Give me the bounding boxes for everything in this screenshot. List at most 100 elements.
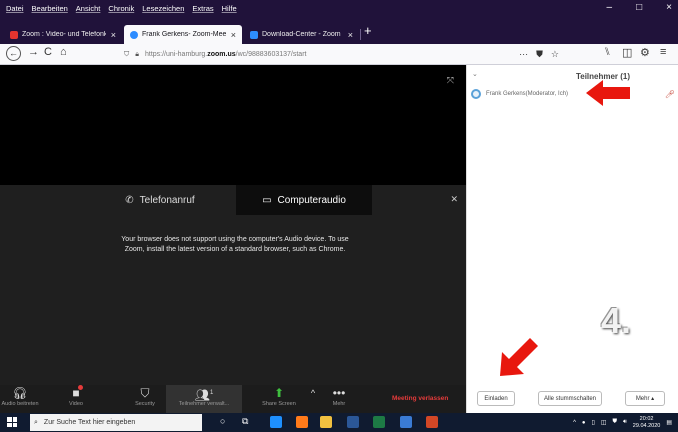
menu-lesezeichen[interactable]: Lesezeichen xyxy=(142,4,184,13)
zoom-favicon-icon xyxy=(10,30,18,39)
new-tab-button[interactable]: + xyxy=(364,23,372,38)
menu-extras[interactable]: Extras xyxy=(192,4,213,13)
more-button[interactable]: ••• Mehr xyxy=(324,385,354,413)
participants-icon: 👥︎1 xyxy=(194,388,214,402)
mute-all-button[interactable]: Alle stummschalten xyxy=(538,391,602,406)
video-camera-off-icon: ■ xyxy=(72,385,83,401)
shield-icon: ⛉ xyxy=(140,386,150,400)
close-icon[interactable]: ✕ xyxy=(450,194,458,205)
security-button[interactable]: ⛉ Security xyxy=(125,385,165,413)
zoom-tray-icon[interactable]: ● xyxy=(582,420,586,426)
menu-ansicht[interactable]: Ansicht xyxy=(76,4,101,13)
pocket-icon[interactable]: ⛊ xyxy=(536,49,543,60)
notifications-icon[interactable]: ▤ xyxy=(666,419,672,426)
minimize-button[interactable]: – xyxy=(607,2,613,13)
video-button[interactable]: ■ Video xyxy=(56,385,96,413)
microphone-muted-icon[interactable]: 🎤︎ xyxy=(665,90,675,99)
windows-start-icon[interactable] xyxy=(7,417,17,427)
fullscreen-icon[interactable]: ⤧ xyxy=(447,75,454,86)
tab-label: Download-Center - Zoom xyxy=(262,31,341,38)
address-bar[interactable]: ⛉ 🔒︎ https://uni-hamburg. zoom.us/wc/9888… xyxy=(124,47,559,62)
shield-icon[interactable]: ⛊ xyxy=(613,419,618,426)
lock-icon: 🔒︎ xyxy=(135,50,139,58)
red-arrow-annotation-bottom xyxy=(500,338,538,376)
word-icon[interactable] xyxy=(347,416,359,428)
close-tab-icon[interactable]: × xyxy=(106,30,116,40)
library-icon[interactable]: ⑊ xyxy=(604,46,611,58)
url-actions: ··· ⛊ ☆ xyxy=(519,49,559,60)
battery-icon[interactable]: ▯ xyxy=(592,419,595,426)
share-screen-label: Share Screen xyxy=(262,401,296,407)
headphones-icon: 🎧︎ xyxy=(12,386,28,400)
monitor-icon: ▭ xyxy=(262,194,272,206)
clock[interactable]: 20:02 29.04.2020 xyxy=(633,416,661,430)
audio-unsupported-message: Your browser does not support using the … xyxy=(121,236,349,253)
navigation-bar: ← → C ⌂ ⛉ 🔒︎ https://uni-hamburg. zoom.us… xyxy=(0,44,678,65)
red-arrow-annotation-top xyxy=(586,80,630,106)
participants-footer: Einladen Alle stummschalten Mehr ▴ xyxy=(467,387,678,411)
menu-datei[interactable]: Datei xyxy=(6,4,24,13)
participant-name: Frank Gerkens(Moderator, Ich) xyxy=(486,91,569,97)
participants-title: Teilnehmer (1) xyxy=(575,72,631,81)
tab-zoom-meeting[interactable]: Frank Gerkens- Zoom-Meeting × xyxy=(124,25,242,44)
edge-icon[interactable] xyxy=(270,416,282,428)
tab-computer-audio[interactable]: ▭ Computeraudio xyxy=(236,185,372,215)
participants-label: Teilnehmer verwalt... xyxy=(178,401,230,407)
sidebar-icon[interactable]: ◫ xyxy=(622,46,632,59)
taskbar-search-input[interactable]: ⌕ Zur Suche Text hier eingeben xyxy=(30,414,202,431)
close-window-button[interactable]: × xyxy=(666,2,672,13)
task-view-icon[interactable]: ⧉ xyxy=(242,416,248,427)
tab-phone-call[interactable]: ✆ Telefonanruf xyxy=(85,185,235,215)
invite-button[interactable]: Einladen xyxy=(477,391,515,406)
excel-icon[interactable] xyxy=(373,416,385,428)
maximize-button[interactable]: □ xyxy=(636,2,642,13)
menu-hilfe[interactable]: Hilfe xyxy=(222,4,237,13)
more-dots-icon: ••• xyxy=(332,386,346,400)
leave-meeting-button[interactable]: Meeting verlassen xyxy=(392,395,448,402)
reload-button[interactable]: C xyxy=(44,46,52,58)
tab-phone-label: Telefonanruf xyxy=(139,194,195,206)
volume-icon[interactable]: 🔊︎ xyxy=(623,419,627,426)
share-screen-icon: ⬆ xyxy=(273,386,285,400)
manage-participants-button[interactable]: 👥︎1 Teilnehmer verwalt... xyxy=(166,385,242,413)
app-icon[interactable] xyxy=(400,416,412,428)
more-options-button[interactable]: Mehr ▴ xyxy=(625,391,665,406)
tab-zoom-video[interactable]: Zoom : Video- und Telefonkon × xyxy=(4,25,122,44)
extension-icon[interactable]: ⚙ xyxy=(640,46,650,59)
hamburger-menu-icon[interactable]: ≡ xyxy=(660,46,666,58)
participants-count: 1 xyxy=(209,390,214,396)
menu-list: Datei Bearbeiten Ansicht Chronik Lesezei… xyxy=(6,4,237,13)
participant-row[interactable]: Frank Gerkens(Moderator, Ich) 🎤︎ xyxy=(471,87,675,101)
menu-bearbeiten[interactable]: Bearbeiten xyxy=(32,4,68,13)
firefox-icon[interactable] xyxy=(296,416,308,428)
bookmark-star-icon[interactable]: ☆ xyxy=(551,49,559,60)
close-tab-icon[interactable]: × xyxy=(226,30,236,40)
search-icon: ⌕ xyxy=(34,418,38,426)
join-audio-button[interactable]: 🎧︎ Audio beitreten xyxy=(0,385,40,413)
powerpoint-icon[interactable] xyxy=(426,416,438,428)
back-button[interactable]: ← xyxy=(6,46,21,61)
file-explorer-icon[interactable] xyxy=(320,416,332,428)
home-button[interactable]: ⌂ xyxy=(60,46,67,58)
network-icon[interactable]: ◫ xyxy=(601,419,607,426)
share-screen-button[interactable]: ⬆ Share Screen xyxy=(255,385,303,413)
forward-button[interactable]: → xyxy=(28,46,39,58)
avatar xyxy=(471,89,481,99)
tab-label: Frank Gerkens- Zoom-Meeting xyxy=(142,31,226,38)
more-label: Mehr xyxy=(332,401,346,407)
cortana-icon[interactable]: ○ xyxy=(220,416,225,426)
clock-date: 29.04.2020 xyxy=(632,422,661,429)
clock-time: 20:02 xyxy=(639,415,654,422)
join-audio-label: Audio beitreten xyxy=(1,401,39,407)
menu-chronik[interactable]: Chronik xyxy=(108,4,134,13)
step-number-label: 4. xyxy=(601,300,632,341)
video-area: ⤧ xyxy=(0,65,466,185)
chevron-up-icon[interactable]: ^ xyxy=(573,420,576,426)
close-tab-icon[interactable]: × xyxy=(343,30,353,40)
tab-download-center[interactable]: Download-Center - Zoom × xyxy=(244,25,359,44)
url-prefix: https://uni-hamburg. xyxy=(144,51,208,58)
shield-icon: ⛉ xyxy=(124,50,130,58)
tab-label: Zoom : Video- und Telefonkon xyxy=(22,31,106,38)
share-options-button[interactable]: ^ xyxy=(308,385,318,413)
page-actions-icon[interactable]: ··· xyxy=(519,49,528,60)
